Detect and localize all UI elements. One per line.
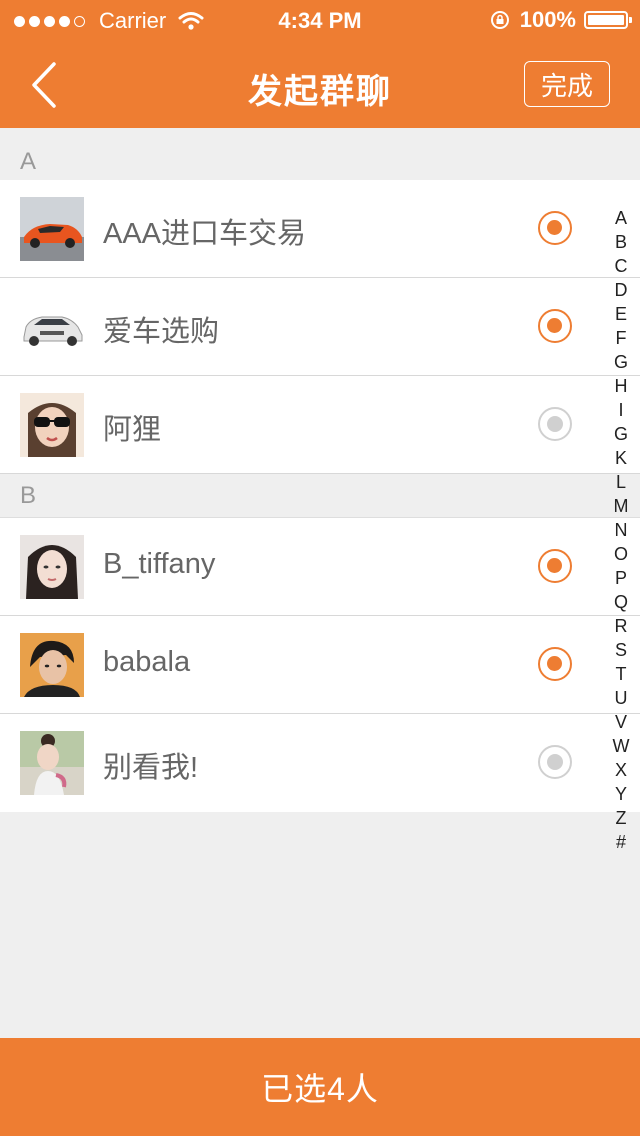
person-photo-icon	[20, 633, 84, 697]
index-letter[interactable]: P	[606, 566, 636, 590]
person-photo-icon	[20, 535, 84, 599]
index-letter[interactable]: N	[606, 518, 636, 542]
unselected-radio-icon[interactable]	[538, 745, 572, 779]
contact-name: AAA进口车交易	[103, 218, 307, 250]
status-bar: Carrier 4:34 PM 100%	[0, 0, 640, 40]
contact-row[interactable]: AAA进口车交易	[0, 180, 640, 278]
rotation-lock-icon	[490, 11, 509, 29]
index-letter[interactable]: Q	[606, 590, 636, 614]
index-letter[interactable]: M	[606, 494, 636, 518]
index-letter[interactable]: U	[606, 686, 636, 710]
car-photo-icon	[20, 197, 84, 261]
contact-row[interactable]: B_tiffany	[0, 518, 640, 616]
selected-count-bar[interactable]: 已选4人	[0, 1038, 640, 1136]
contact-name: 别看我!	[103, 752, 199, 784]
index-letter[interactable]: G	[606, 422, 636, 446]
contact-name: B_tiffany	[103, 548, 216, 580]
top-bar: Carrier 4:34 PM 100% 发起群聊 完成	[0, 0, 640, 128]
battery-icon	[584, 11, 632, 29]
status-right: 100%	[490, 7, 632, 33]
avatar	[20, 633, 84, 697]
selected-radio-icon[interactable]	[538, 211, 572, 245]
unselected-radio-icon[interactable]	[538, 407, 572, 441]
index-letter[interactable]: W	[606, 734, 636, 758]
contact-name: 爱车选购	[103, 316, 220, 348]
avatar	[20, 731, 84, 795]
index-letter[interactable]: F	[606, 326, 636, 350]
index-letter[interactable]: X	[606, 758, 636, 782]
selected-radio-icon[interactable]	[538, 647, 572, 681]
index-letter[interactable]: C	[606, 254, 636, 278]
contact-name: 阿狸	[103, 414, 162, 446]
avatar	[20, 295, 84, 359]
index-letter[interactable]: B	[606, 230, 636, 254]
index-letter[interactable]: H	[606, 374, 636, 398]
index-letter[interactable]: R	[606, 614, 636, 638]
person-photo-icon	[20, 393, 84, 457]
section-header-a: A	[0, 132, 640, 182]
index-letter[interactable]: S	[606, 638, 636, 662]
contact-row[interactable]: 爱车选购	[0, 278, 640, 376]
avatar	[20, 393, 84, 457]
index-letter[interactable]: O	[606, 542, 636, 566]
index-letter[interactable]: G	[606, 350, 636, 374]
index-letter[interactable]: A	[606, 206, 636, 230]
section-header-b: B	[0, 474, 640, 518]
contact-row[interactable]: 阿狸	[0, 376, 640, 474]
index-letter[interactable]: L	[606, 470, 636, 494]
avatar	[20, 197, 84, 261]
contact-name: babala	[103, 646, 191, 678]
battery-percent: 100%	[519, 7, 576, 32]
index-letter[interactable]: I	[606, 398, 636, 422]
avatar	[20, 535, 84, 599]
index-letter[interactable]: T	[606, 662, 636, 686]
index-letter[interactable]: E	[606, 302, 636, 326]
done-button[interactable]: 完成	[524, 61, 610, 107]
alphabet-index[interactable]: A B C D E F G H I G K L M N O P Q R S T U V W X Y Z #	[606, 206, 636, 854]
index-letter[interactable]: V	[606, 710, 636, 734]
suv-photo-icon	[20, 295, 84, 359]
contact-row[interactable]: 别看我!	[0, 714, 640, 812]
index-letter[interactable]: K	[606, 446, 636, 470]
selected-radio-icon[interactable]	[538, 549, 572, 583]
index-letter[interactable]: Y	[606, 782, 636, 806]
contact-row[interactable]: babala	[0, 616, 640, 714]
person-photo-icon	[20, 731, 84, 795]
index-letter[interactable]: #	[606, 830, 636, 854]
index-letter[interactable]: D	[606, 278, 636, 302]
navigation-bar: 发起群聊 完成	[0, 40, 640, 128]
selected-radio-icon[interactable]	[538, 309, 572, 343]
index-letter[interactable]: Z	[606, 806, 636, 830]
